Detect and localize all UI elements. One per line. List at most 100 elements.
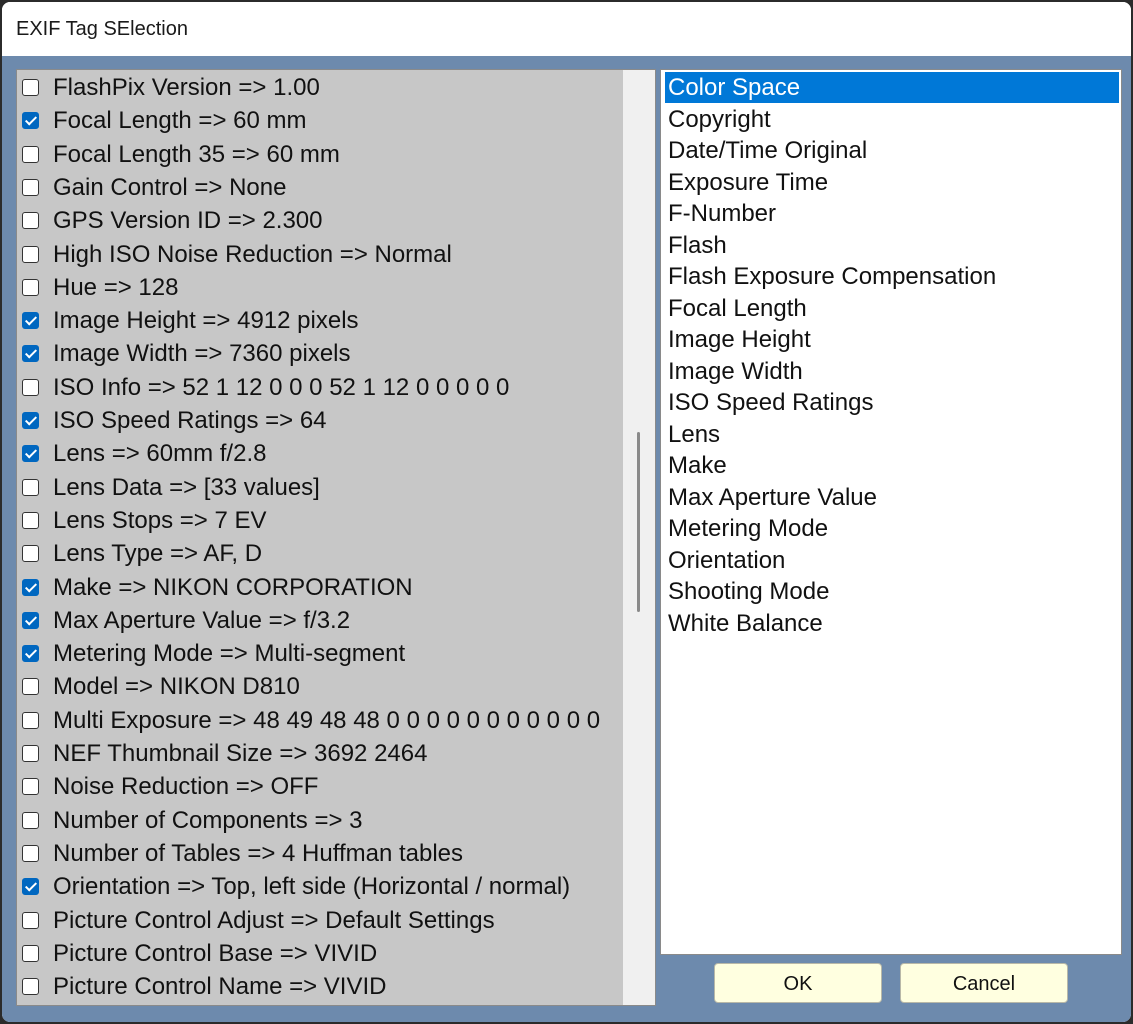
checklist-item-label: NEF Thumbnail Size => 3692 2464 [53,740,428,767]
checklist-item[interactable]: Focal Length => 60 mm [17,104,623,137]
checkbox-unchecked[interactable] [22,978,39,996]
checkbox-unchecked[interactable] [22,178,39,196]
exif-tag-selection-window: EXIF Tag SElection FlashPix Version => 1… [2,2,1131,1022]
checkbox-checked[interactable] [22,345,39,363]
checklist-item[interactable]: Noise Reduction => OFF [17,770,623,803]
checkbox-checked[interactable] [22,878,39,896]
checkbox-unchecked[interactable] [22,545,39,563]
checklist-item-label: Lens Data => [33 values] [53,473,320,501]
checklist-scrollbar[interactable] [623,70,655,1005]
checklist-item[interactable]: High ISO Noise Reduction => Normal [17,238,623,271]
checklist-item-label: ISO Speed Ratings => 64 [53,407,327,434]
checklist-item[interactable]: FlashPix Version => 1.00 [17,71,623,104]
checkbox-unchecked[interactable] [22,278,39,296]
checklist-item[interactable]: ISO Speed Ratings => 64 [17,404,623,437]
checklist-item-label: Lens Type => AF, D [53,540,263,568]
checklist-item[interactable]: NEF Thumbnail Size => 3692 2464 [17,737,623,770]
selected-tag-item[interactable]: Orientation [665,545,1119,576]
checklist-item-label: Metering Mode => Multi-segment [53,640,406,668]
checklist-item[interactable]: Model => NIKON D810 [17,670,623,703]
checklist-item-label: Focal Length 35 => 60 mm [53,140,340,168]
selected-tag-item[interactable]: White Balance [665,608,1119,639]
checkbox-unchecked[interactable] [22,678,39,696]
checkbox-unchecked[interactable] [22,212,39,230]
checkbox-unchecked[interactable] [22,911,39,929]
checkbox-checked[interactable] [22,611,39,629]
checklist-item[interactable]: Lens Data => [33 values] [17,471,623,504]
selected-tag-item[interactable]: Max Aperture Value [665,482,1119,513]
selected-tag-item[interactable]: Copyright [665,104,1119,135]
checklist-item-label: Orientation => Top, left side (Horizonta… [53,873,571,901]
checkbox-unchecked[interactable] [22,79,39,96]
checklist-item-label: Make => NIKON CORPORATION [53,573,413,601]
checklist-item[interactable]: Image Height => 4912 pixels [17,304,623,337]
cancel-button[interactable]: Cancel [900,963,1068,1003]
checkbox-unchecked[interactable] [22,245,39,263]
checklist-item[interactable]: Number of Tables => 4 Huffman tables [17,837,623,870]
checklist-item[interactable]: Hue => 128 [17,271,623,304]
checklist-item[interactable]: Lens => 60mm f/2.8 [17,437,623,470]
checklist-item[interactable]: Max Aperture Value => f/3.2 [17,604,623,637]
checklist-item[interactable]: Lens Stops => 7 EV [17,504,623,537]
checkbox-checked[interactable] [22,112,39,130]
selected-tag-item[interactable]: Exposure Time [665,167,1119,198]
checkbox-checked[interactable] [22,445,39,463]
checkbox-unchecked[interactable] [22,478,39,496]
checklist-item-label: Hue => 128 [53,273,179,301]
selected-tag-item[interactable]: Color Space [665,72,1119,103]
selected-tag-item[interactable]: Date/Time Original [665,135,1119,166]
selected-tag-item[interactable]: Image Height [665,324,1119,355]
checklist-item-label: GPS Version ID => 2.300 [53,207,323,235]
selected-tag-item[interactable]: Lens [665,419,1119,450]
selected-tags-list[interactable]: Color Space Copyright Date/Time Original Ex… [660,69,1122,955]
checklist-item[interactable]: Multi Exposure => 48 49 48 48 0 0 0 0 0 … [17,704,623,737]
checkbox-unchecked[interactable] [22,811,39,829]
checkbox-unchecked[interactable] [22,944,39,962]
checklist-item-label: High ISO Noise Reduction => Normal [53,240,452,268]
scrollbar-thumb[interactable] [637,432,640,612]
checklist-item[interactable]: Make => NIKON CORPORATION [17,571,623,604]
checkbox-checked[interactable] [22,412,39,429]
selected-tag-item[interactable]: Make [665,450,1119,481]
selected-tag-item[interactable]: Focal Length [665,293,1119,324]
checklist-item[interactable]: Picture Control Adjust => Default Settin… [17,904,623,937]
selected-tag-item[interactable]: Flash Exposure Compensation [665,261,1119,292]
checkbox-unchecked[interactable] [22,511,39,529]
checklist-item-label: Picture Control Adjust => Default Settin… [53,906,495,934]
checkbox-checked[interactable] [22,578,39,596]
checklist-item[interactable]: Orientation => Top, left side (Horizonta… [17,870,623,903]
checkbox-unchecked[interactable] [22,145,39,163]
checklist-item-label: Multi Exposure => 48 49 48 48 0 0 0 0 0 … [53,706,601,734]
checklist-item[interactable]: Number of Components => 3 [17,804,623,837]
checklist-item-label: Focal Length => 60 mm [53,107,307,135]
checkbox-unchecked[interactable] [22,711,39,729]
checklist-item[interactable]: ISO Info => 52 1 12 0 0 0 52 1 12 0 0 0 … [17,371,623,404]
checklist-item[interactable]: Gain Control => None [17,171,623,204]
checklist-item[interactable]: Picture Control Name => VIVID [17,970,623,1003]
selected-tag-item[interactable]: Image Width [665,356,1119,387]
checklist-item[interactable]: Focal Length 35 => 60 mm [17,138,623,171]
selected-tag-item[interactable]: ISO Speed Ratings [665,387,1119,418]
title-bar[interactable]: EXIF Tag SElection [2,2,1131,56]
selected-tag-item[interactable]: Metering Mode [665,513,1119,544]
checklist-item-label: Lens Stops => 7 EV [53,506,267,534]
checklist-item[interactable]: Picture Control Base => VIVID [17,937,623,970]
checkbox-unchecked[interactable] [22,378,39,396]
selected-tag-item[interactable]: Shooting Mode [665,576,1119,607]
checkbox-checked[interactable] [22,645,39,663]
checkbox-unchecked[interactable] [22,844,39,862]
checklist-item[interactable]: GPS Version ID => 2.300 [17,204,623,237]
checkbox-checked[interactable] [22,312,39,330]
checklist-item[interactable]: Metering Mode => Multi-segment [17,637,623,670]
checkbox-unchecked[interactable] [22,778,39,796]
ok-button[interactable]: OK [714,963,882,1003]
exif-tags-checklist[interactable]: FlashPix Version => 1.00 Focal Length => … [16,69,656,1006]
checklist-item[interactable]: Image Width => 7360 pixels [17,337,623,370]
checklist-item-label: Lens => 60mm f/2.8 [53,440,267,468]
selected-tag-item[interactable]: Flash [665,230,1119,261]
checklist-item[interactable]: Lens Type => AF, D [17,537,623,570]
checklist-item-label: Number of Components => 3 [53,806,363,834]
selected-tag-item[interactable]: F-Number [665,198,1119,229]
checklist-item-label: Image Height => 4912 pixels [53,307,359,335]
checkbox-unchecked[interactable] [22,745,39,762]
